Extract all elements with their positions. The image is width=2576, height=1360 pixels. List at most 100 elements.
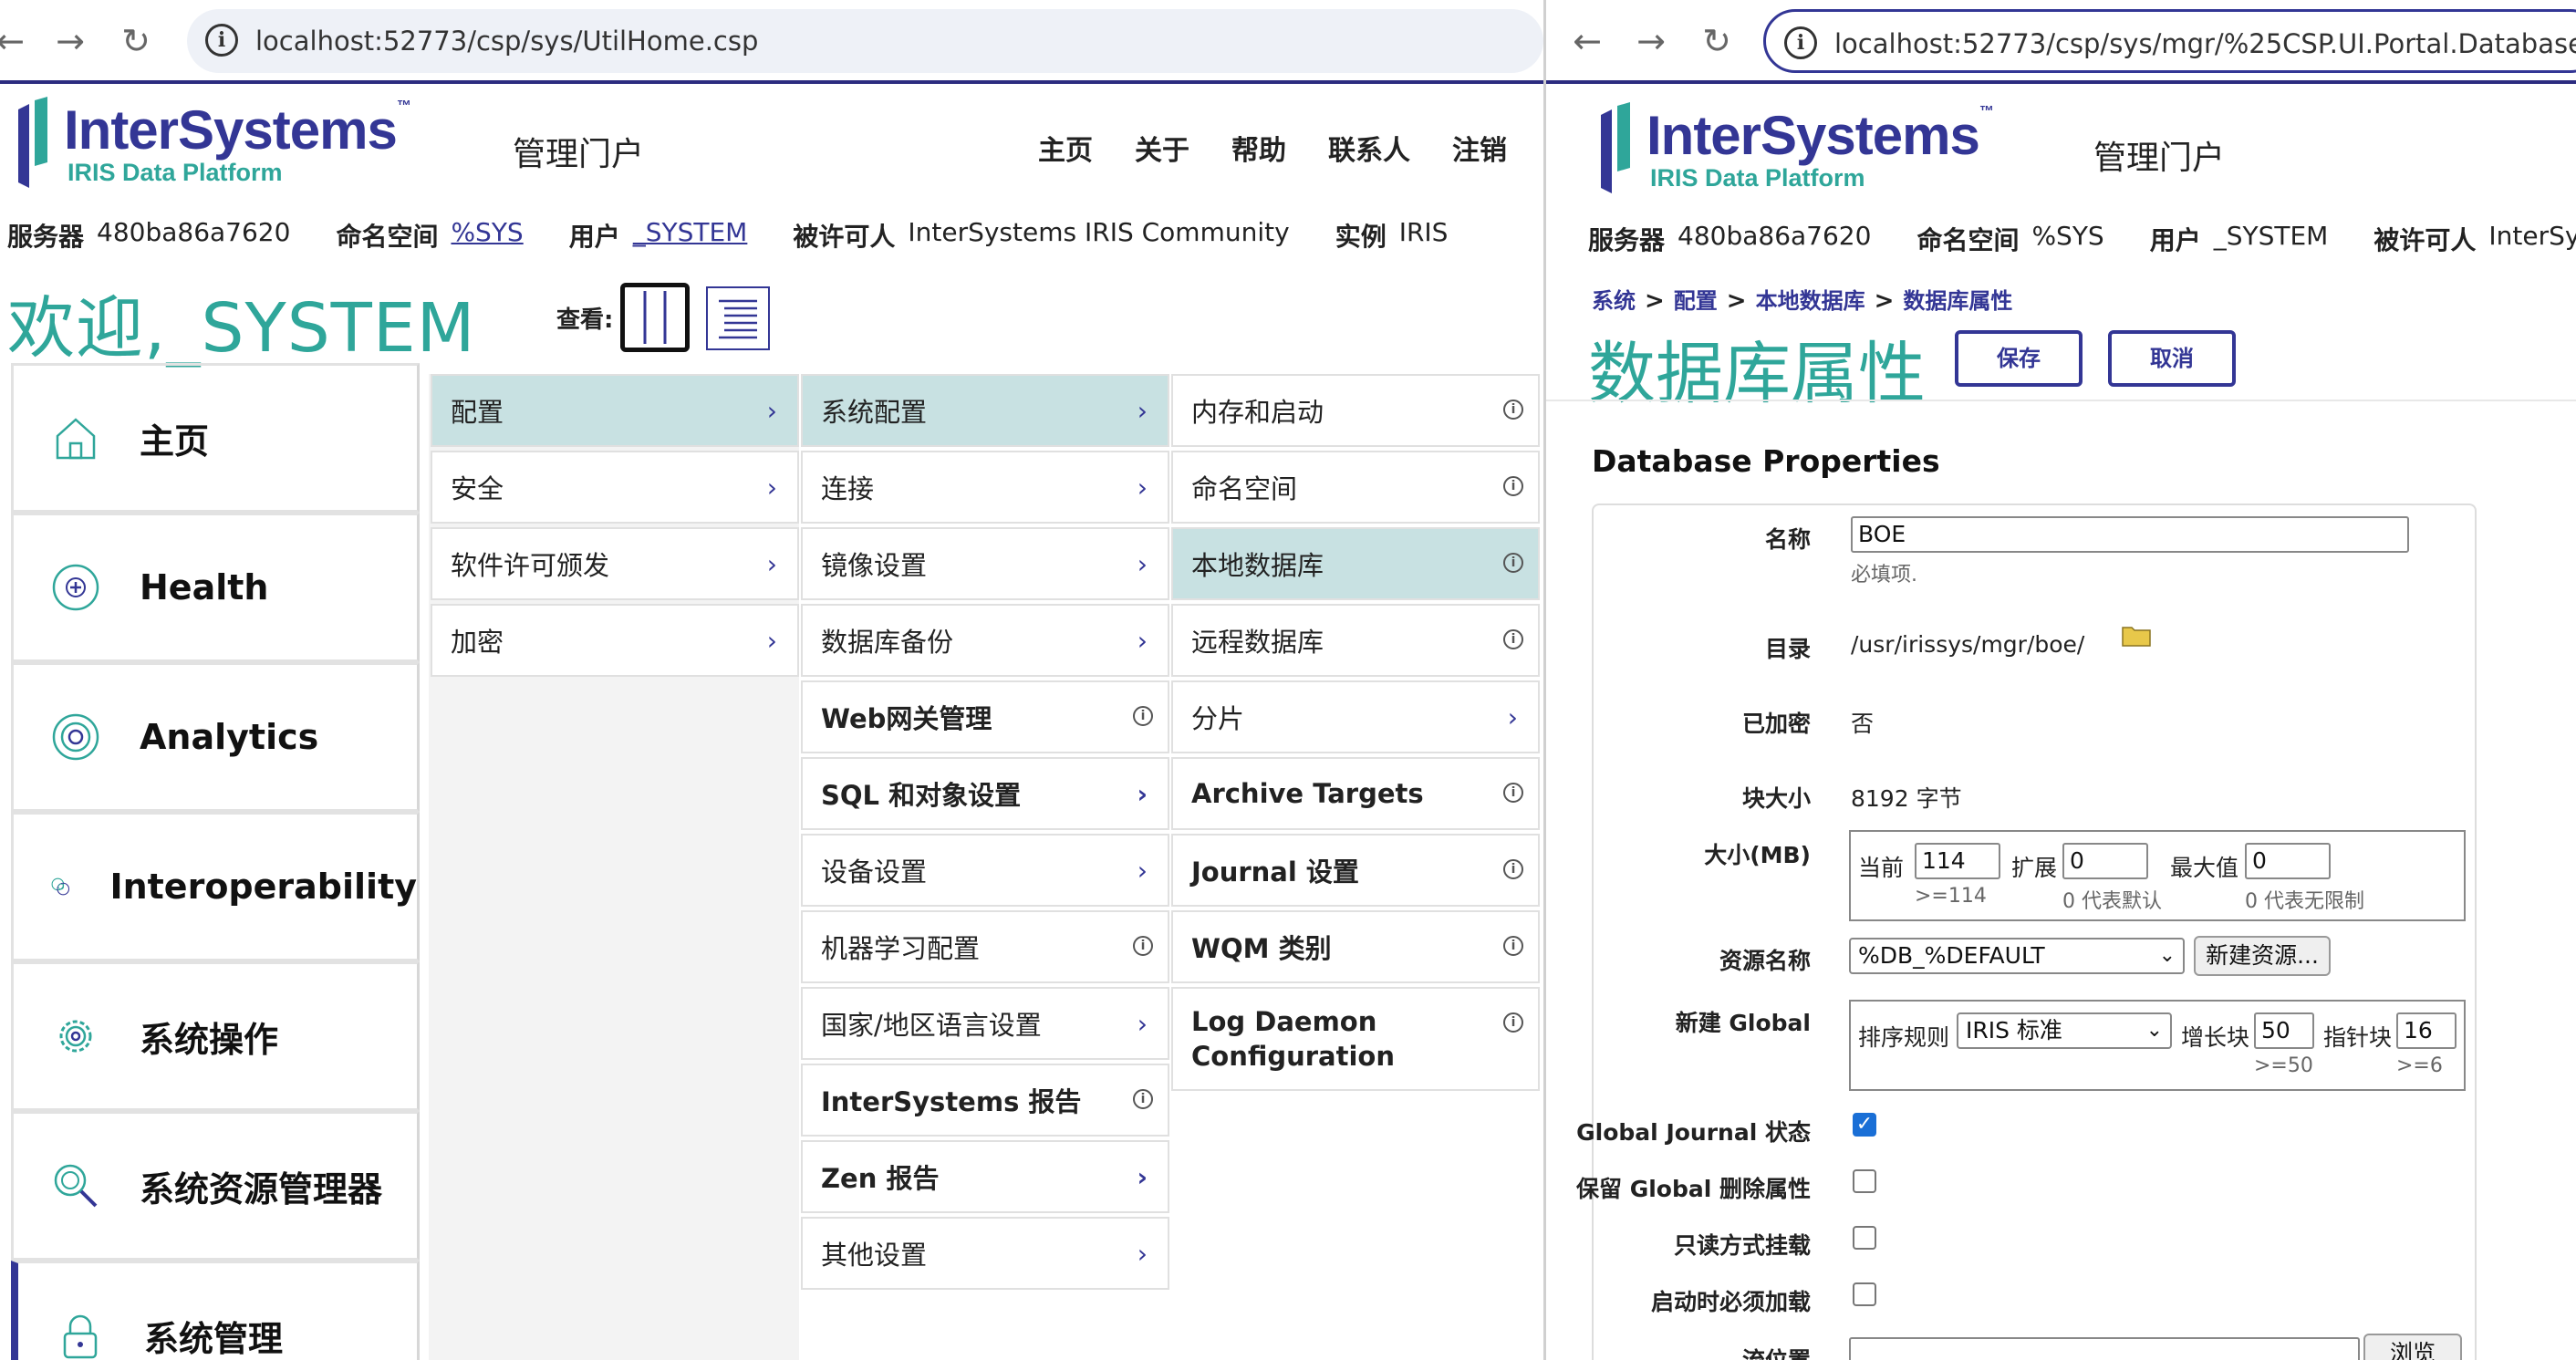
column-3-item[interactable]: 命名空间 i <box>1171 451 1540 524</box>
column-3-item[interactable]: 分片 › <box>1171 680 1540 753</box>
pointer-input[interactable]: 16 <box>2396 1012 2457 1049</box>
column-3-item[interactable]: WQM 类别 i <box>1171 910 1540 983</box>
namespace-link[interactable]: %SYS <box>451 217 523 254</box>
column-2-item[interactable]: Web网关管理 i <box>801 680 1169 753</box>
breadcrumb-config[interactable]: 配置 <box>1674 288 1718 314</box>
info-icon[interactable]: i <box>1503 400 1523 420</box>
main-nav: 主页 Health Analytics Interoperability 系统操… <box>11 363 420 1360</box>
column-3-item[interactable]: 内存和启动 i <box>1171 374 1540 447</box>
nav-item-system-admin[interactable]: 系统管理 <box>11 1261 420 1360</box>
name-input[interactable]: BOE <box>1851 516 2409 553</box>
breadcrumb-local-db[interactable]: 本地数据库 <box>1756 288 1865 314</box>
column-1-item[interactable]: 软件许可颁发 › <box>431 527 799 600</box>
info-icon[interactable]: i <box>1133 706 1153 726</box>
readonly-mount-checkbox[interactable] <box>1853 1226 1876 1250</box>
forward-arrow-icon[interactable]: → <box>1628 18 1674 64</box>
back-arrow-icon[interactable]: ← <box>0 18 33 64</box>
new-resource-button[interactable]: 新建资源... <box>2194 936 2331 976</box>
column-3-item[interactable]: 远程数据库 i <box>1171 604 1540 677</box>
nav-item-home[interactable]: 主页 <box>11 363 420 513</box>
user-link[interactable]: _SYSTEM <box>633 217 748 254</box>
stream-location-input[interactable] <box>1849 1337 2360 1360</box>
site-info-icon[interactable]: i <box>1784 26 1817 59</box>
portal-title: 管理门户 <box>2093 140 2226 177</box>
list-view-button[interactable] <box>706 286 770 350</box>
save-button[interactable]: 保存 <box>1955 330 2083 387</box>
column-2-item[interactable]: 其他设置 › <box>801 1217 1169 1290</box>
url-text[interactable]: localhost:52773/csp/sys/mgr/%25CSP.UI.Po… <box>1834 28 2576 59</box>
menu-home[interactable]: 主页 <box>1038 128 1093 168</box>
reload-icon[interactable]: ↻ <box>113 18 159 64</box>
licensee-label: 被许可人 <box>2373 225 2477 255</box>
nav-item-analytics[interactable]: Analytics <box>11 662 420 812</box>
column-2-item[interactable]: 镜像设置 › <box>801 527 1169 600</box>
column-2-item[interactable]: 设备设置 › <box>801 834 1169 907</box>
nav-item-label: 系统管理 <box>144 1318 284 1359</box>
back-arrow-icon[interactable]: ← <box>1564 18 1610 64</box>
column-3-item[interactable]: Journal 设置 i <box>1171 834 1540 907</box>
info-icon[interactable]: i <box>1503 553 1523 573</box>
info-icon[interactable]: i <box>1503 1012 1523 1033</box>
column-2-item[interactable]: 数据库备份 › <box>801 604 1169 677</box>
info-icon[interactable]: i <box>1503 629 1523 649</box>
collation-select[interactable]: IRIS 标准 ⌄ <box>1957 1012 2172 1049</box>
brand-name: InterSystems™ <box>1646 104 1994 166</box>
info-icon[interactable]: i <box>1503 859 1523 879</box>
nav-item-health[interactable]: Health <box>11 513 420 662</box>
cancel-button[interactable]: 取消 <box>2108 330 2236 387</box>
address-bar[interactable]: i localhost:52773/csp/sys/mgr/%25CSP.UI.… <box>1763 9 2576 73</box>
column-2-item[interactable]: 机器学习配置 i <box>801 910 1169 983</box>
current-size-input[interactable]: 114 <box>1915 843 2000 879</box>
menu-about[interactable]: 关于 <box>1135 128 1189 168</box>
column-1-item[interactable]: 加密 › <box>431 604 799 677</box>
nav-item-label: Interoperability <box>109 867 417 907</box>
info-icon[interactable]: i <box>1503 783 1523 803</box>
info-icon[interactable]: i <box>1503 476 1523 496</box>
reload-icon[interactable]: ↻ <box>1694 18 1740 64</box>
column-3-item[interactable]: 本地数据库 i <box>1171 527 1540 600</box>
info-icon[interactable]: i <box>1503 936 1523 956</box>
nav-item-system-explorer[interactable]: 系统资源管理器 <box>11 1111 420 1261</box>
column-2-item[interactable]: 系统配置 › <box>801 374 1169 447</box>
resource-select[interactable]: %DB_%DEFAULT ⌄ <box>1849 938 2185 974</box>
growth-input[interactable]: 50 <box>2254 1012 2314 1049</box>
global-journal-checkbox[interactable]: ✓ <box>1853 1113 1876 1137</box>
menu-item-label: 其他设置 <box>821 1240 928 1271</box>
menu-logout[interactable]: 注销 <box>1452 128 1507 168</box>
column-2-item[interactable]: InterSystems 报告 i <box>801 1064 1169 1137</box>
info-icon[interactable]: i <box>1133 1089 1153 1109</box>
menu-column-3: 内存和启动 i 命名空间 i 本地数据库 i 远程数据库 i 分片 › Archive Target… <box>1171 374 1540 1095</box>
current-hint: >=114 <box>1915 885 1987 908</box>
nav-item-interoperability[interactable]: Interoperability <box>11 812 420 961</box>
mount-required-checkbox[interactable] <box>1853 1282 1876 1306</box>
column-2-item[interactable]: 国家/地区语言设置 › <box>801 987 1169 1060</box>
menu-item-label: 软件许可颁发 <box>451 550 610 581</box>
site-info-icon[interactable]: i <box>205 24 238 57</box>
max-size-input[interactable]: 0 <box>2245 843 2331 879</box>
address-bar[interactable]: i localhost:52773/csp/sys/UtilHome.csp <box>187 9 1543 73</box>
column-1-item[interactable]: 安全 › <box>431 451 799 524</box>
nav-item-system-operation[interactable]: 系统操作 <box>11 961 420 1111</box>
breadcrumb-system[interactable]: 系统 <box>1592 288 1636 314</box>
column-1-item[interactable]: 配置 › <box>431 374 799 447</box>
column-3-item[interactable]: Archive Targets i <box>1171 757 1540 830</box>
preserve-global-checkbox[interactable] <box>1853 1169 1876 1193</box>
column-2-item[interactable]: 连接 › <box>801 451 1169 524</box>
browse-button[interactable]: 浏览 <box>2363 1334 2462 1360</box>
chevron-down-icon: ⌄ <box>2158 944 2176 967</box>
column-2-item[interactable]: Zen 报告 › <box>801 1140 1169 1213</box>
name-hint: 必填项. <box>1851 564 1917 587</box>
breadcrumb-db-props[interactable]: 数据库属性 <box>1903 288 2012 314</box>
column-3-item[interactable]: Log Daemon Configuration i <box>1171 987 1540 1091</box>
url-text[interactable]: localhost:52773/csp/sys/UtilHome.csp <box>255 26 758 57</box>
info-icon[interactable]: i <box>1133 936 1153 956</box>
menu-item-label: 分片 <box>1191 703 1245 734</box>
menu-help[interactable]: 帮助 <box>1231 128 1286 168</box>
forward-arrow-icon[interactable]: → <box>47 18 93 64</box>
preserve-global-label: 保留 Global 删除属性 <box>1575 1176 1811 1202</box>
column-view-button[interactable] <box>620 283 690 352</box>
column-2-item[interactable]: SQL 和对象设置 › <box>801 757 1169 830</box>
menu-contact[interactable]: 联系人 <box>1328 128 1410 168</box>
folder-icon[interactable] <box>2121 622 2152 648</box>
expand-input[interactable]: 0 <box>2062 843 2148 879</box>
